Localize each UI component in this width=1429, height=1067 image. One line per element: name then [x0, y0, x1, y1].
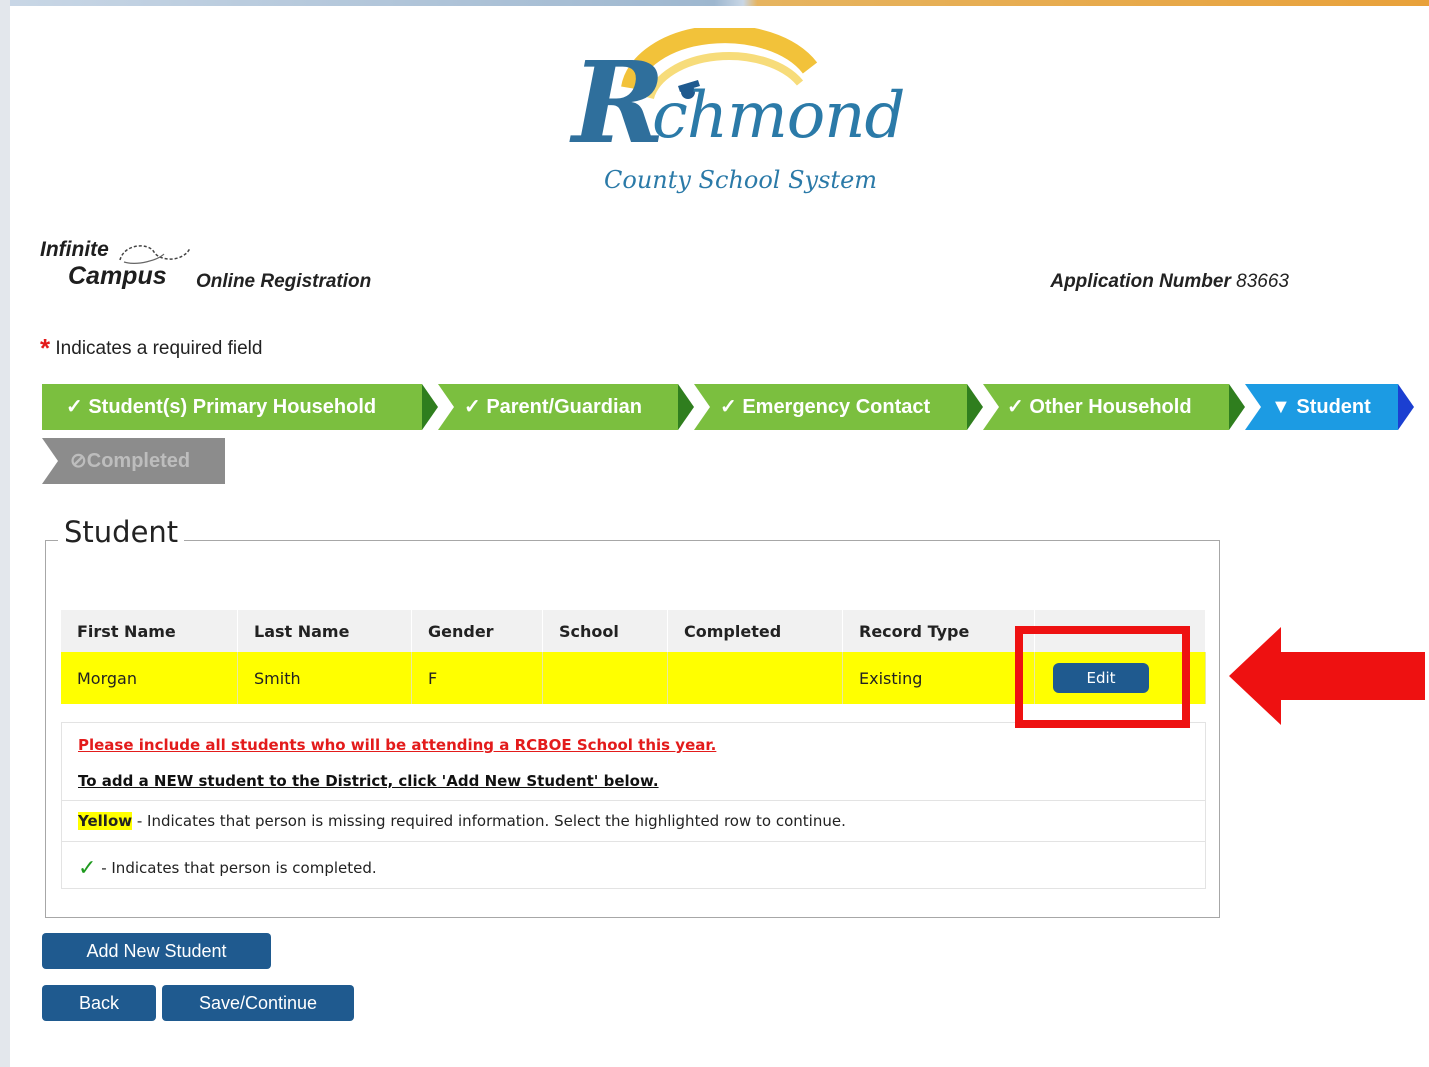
top-decor-strip: [0, 0, 1429, 6]
cell-gender: F: [411, 652, 543, 704]
instructions-panel: Please include all students who will be …: [61, 722, 1206, 889]
column-header-first-name: First Name: [61, 610, 238, 652]
step-label: ✓ Other Household: [1007, 396, 1192, 418]
yellow-legend-text: - Indicates that person is missing requi…: [132, 812, 846, 830]
step-arrow-icon: [422, 384, 438, 430]
step-notch: [983, 384, 999, 430]
product-name: Online Registration: [196, 271, 372, 292]
step-arrow-icon: [678, 384, 694, 430]
step-label: ▼ Student: [1271, 396, 1371, 418]
add-new-student-notice: To add a NEW student to the District, cl…: [78, 772, 659, 790]
step-label: ✓ Parent/Guardian: [464, 396, 642, 418]
step-arrow-icon: [1398, 384, 1414, 430]
step-primary-household[interactable]: ✓ Student(s) Primary Household: [42, 384, 438, 430]
step-emergency-contact[interactable]: ✓ Emergency Contact: [694, 384, 983, 430]
left-border-strip: [0, 0, 10, 1067]
step-label: ✓ Student(s) Primary Household: [66, 396, 377, 418]
brand-campus-text: Campus: [68, 262, 167, 290]
add-new-student-button[interactable]: Add New Student: [42, 933, 271, 969]
cell-last-name: Smith: [237, 652, 412, 704]
required-star-icon: *: [40, 333, 51, 363]
brand-infinite-text: Infinite: [40, 238, 109, 261]
step-parent-guardian[interactable]: ✓ Parent/Guardian: [438, 384, 694, 430]
edit-highlight-box: [1015, 626, 1190, 728]
step-notch: [694, 384, 710, 430]
step-arrow-icon: [967, 384, 983, 430]
include-all-students-notice: Please include all students who will be …: [78, 736, 717, 754]
completed-legend-text: - Indicates that person is completed.: [96, 859, 377, 877]
column-header-gender: Gender: [411, 610, 543, 652]
district-logo: R chmond County School System: [560, 28, 950, 208]
step-arrow-icon: [1229, 384, 1245, 430]
cell-record-type: Existing: [842, 652, 1035, 704]
divider: [62, 841, 1205, 842]
step-notch: [1245, 384, 1261, 430]
step-completed: ⊘Completed: [42, 438, 225, 484]
column-header-completed: Completed: [667, 610, 843, 652]
logo-wordmark: chmond: [652, 79, 905, 153]
column-header-last-name: Last Name: [237, 610, 412, 652]
save-continue-button[interactable]: Save/Continue: [162, 985, 354, 1021]
back-button[interactable]: Back: [42, 985, 156, 1021]
yellow-legend-word: Yellow: [78, 812, 133, 830]
step-other-household[interactable]: ✓ Other Household: [983, 384, 1245, 430]
step-label: ✓ Emergency Contact: [720, 396, 931, 418]
application-number-value: 83663: [1236, 271, 1289, 292]
required-note-text: Indicates a required field: [55, 338, 263, 359]
column-header-record-type: Record Type: [842, 610, 1035, 652]
application-number: Application Number 83663: [1050, 271, 1289, 293]
cell-school: [542, 652, 668, 704]
step-notch: [438, 384, 454, 430]
column-header-school: School: [542, 610, 668, 652]
step-notch: [42, 438, 58, 484]
pointer-arrow-icon: [1229, 627, 1425, 725]
yellow-legend: Yellow - Indicates that person is missin…: [78, 812, 846, 830]
step-student[interactable]: ▼ Student: [1245, 384, 1414, 430]
cell-completed: [667, 652, 843, 704]
application-number-label: Application Number: [1050, 271, 1231, 292]
divider: [62, 800, 1205, 801]
checkmark-icon: ✓: [78, 856, 97, 881]
required-field-note: * Indicates a required field: [40, 333, 262, 364]
step-label: ⊘Completed: [70, 450, 191, 472]
student-section-title: Student: [58, 515, 185, 549]
cell-first-name: Morgan: [61, 652, 238, 704]
logo-subtitle: County School System: [604, 166, 878, 194]
completed-legend: ✓ - Indicates that person is completed.: [78, 856, 377, 881]
